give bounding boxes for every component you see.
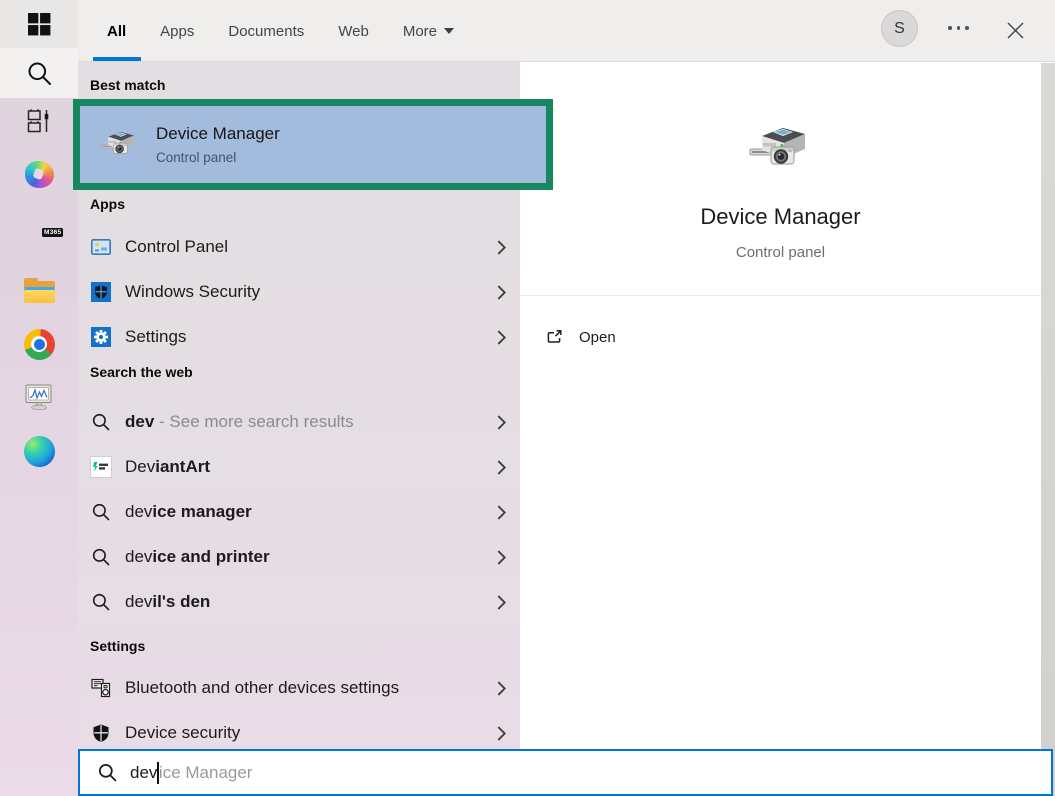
result-label: device and printer [125, 547, 270, 567]
tab-apps[interactable]: Apps [160, 23, 194, 40]
devices-icon [90, 678, 112, 698]
file-explorer-icon [24, 278, 55, 303]
active-tab-underline [93, 57, 141, 61]
chrome-icon [24, 329, 55, 360]
dropdown-arrow-icon [444, 28, 454, 34]
chevron-right-icon[interactable] [497, 681, 506, 696]
taskbar-copilot-button[interactable] [0, 151, 78, 197]
result-row-web-device-manager[interactable]: device manager [78, 490, 520, 534]
result-label: Device security [125, 723, 240, 743]
chevron-right-icon[interactable] [497, 726, 506, 741]
taskbar-m365-copilot-button[interactable]: M365 [0, 210, 78, 256]
search-icon [96, 762, 118, 783]
chevron-right-icon[interactable] [497, 240, 506, 255]
close-icon [1006, 21, 1025, 40]
search-input-text: device Manager [130, 762, 252, 784]
search-icon [90, 502, 112, 522]
search-input[interactable]: device Manager [78, 749, 1053, 796]
window-edge-strip [1041, 63, 1055, 796]
copilot-icon [25, 161, 54, 188]
windows-security-icon [90, 282, 112, 302]
tab-all[interactable]: All [107, 23, 126, 40]
result-row-control-panel[interactable]: Control Panel [78, 225, 520, 269]
system-monitor-icon [24, 382, 54, 412]
preview-pane: Device Manager Control panel Open [520, 63, 1041, 749]
best-match-title: Device Manager [156, 124, 280, 144]
taskbar: M365 [0, 0, 78, 796]
tab-documents[interactable]: Documents [228, 23, 304, 40]
result-label: Control Panel [125, 237, 228, 257]
result-row-bluetooth-settings[interactable]: Bluetooth and other devices settings [78, 666, 520, 710]
chevron-right-icon[interactable] [497, 330, 506, 345]
best-match-subtitle: Control panel [156, 150, 280, 165]
preview-title: Device Manager [520, 204, 1041, 230]
result-label: Settings [125, 327, 186, 347]
result-label: DeviantArt [125, 457, 210, 477]
taskbar-chrome-button[interactable] [0, 321, 78, 367]
open-label: Open [579, 329, 616, 346]
settings-gear-icon [90, 327, 112, 347]
section-best-match: Best match [90, 77, 165, 93]
search-icon [90, 592, 112, 612]
taskbar-file-explorer-button[interactable] [0, 267, 78, 313]
taskbar-edge-button[interactable] [0, 428, 78, 474]
search-icon [90, 547, 112, 567]
windows-search-flyout: M365 All Apps [0, 0, 1055, 796]
result-label: Windows Security [125, 282, 260, 302]
device-manager-icon [100, 126, 138, 164]
inline-suggestion: ice Manager [159, 763, 253, 783]
result-label: dev - See more search results [125, 412, 354, 432]
start-button[interactable] [0, 0, 78, 48]
preview-subtitle: Control panel [520, 244, 1041, 261]
device-manager-icon [748, 118, 812, 182]
best-match-item[interactable]: Device Manager Control panel [156, 124, 280, 165]
search-header: All Apps Documents Web More S [78, 0, 1055, 62]
result-row-web-dev[interactable]: dev - See more search results [78, 400, 520, 444]
section-settings: Settings [90, 638, 145, 654]
windows-start-icon [28, 13, 51, 36]
tab-web[interactable]: Web [338, 23, 369, 40]
result-row-settings[interactable]: Settings [78, 315, 520, 359]
section-search-the-web: Search the web [90, 364, 193, 380]
m365-badge: M365 [42, 228, 63, 237]
account-avatar[interactable]: S [881, 10, 918, 47]
result-row-deviantart[interactable]: DeviantArt [78, 445, 520, 489]
chevron-right-icon[interactable] [497, 595, 506, 610]
result-label: device manager [125, 502, 252, 522]
taskbar-pinned-app-button[interactable] [0, 98, 78, 144]
open-action[interactable]: Open [545, 321, 616, 353]
close-button[interactable] [1002, 16, 1028, 44]
search-icon [90, 412, 112, 432]
control-panel-icon [90, 239, 112, 255]
security-shield-icon [90, 723, 112, 743]
chevron-right-icon[interactable] [497, 460, 506, 475]
preview-divider [520, 295, 1041, 296]
task-view-icon [24, 106, 54, 136]
section-apps: Apps [90, 196, 125, 212]
result-label: devil's den [125, 592, 210, 612]
annotation-highlight-box: Device Manager Control panel [73, 99, 553, 190]
result-row-web-devils-den[interactable]: devil's den [78, 580, 520, 624]
search-icon [26, 60, 53, 87]
result-label: Bluetooth and other devices settings [125, 678, 399, 698]
edge-icon [24, 436, 55, 467]
taskbar-system-monitor-button[interactable] [0, 374, 78, 420]
search-filter-tabs: All Apps Documents Web More [107, 0, 454, 62]
more-options-icon[interactable] [948, 26, 969, 30]
result-row-windows-security[interactable]: Windows Security [78, 270, 520, 314]
chevron-right-icon[interactable] [497, 285, 506, 300]
deviantart-icon [90, 456, 112, 478]
result-row-web-device-and-printer[interactable]: device and printer [78, 535, 520, 579]
tab-more[interactable]: More [403, 23, 454, 40]
open-external-icon [545, 328, 564, 347]
chevron-right-icon[interactable] [497, 505, 506, 520]
chevron-right-icon[interactable] [497, 415, 506, 430]
taskbar-search-button[interactable] [0, 48, 78, 98]
chevron-right-icon[interactable] [497, 550, 506, 565]
